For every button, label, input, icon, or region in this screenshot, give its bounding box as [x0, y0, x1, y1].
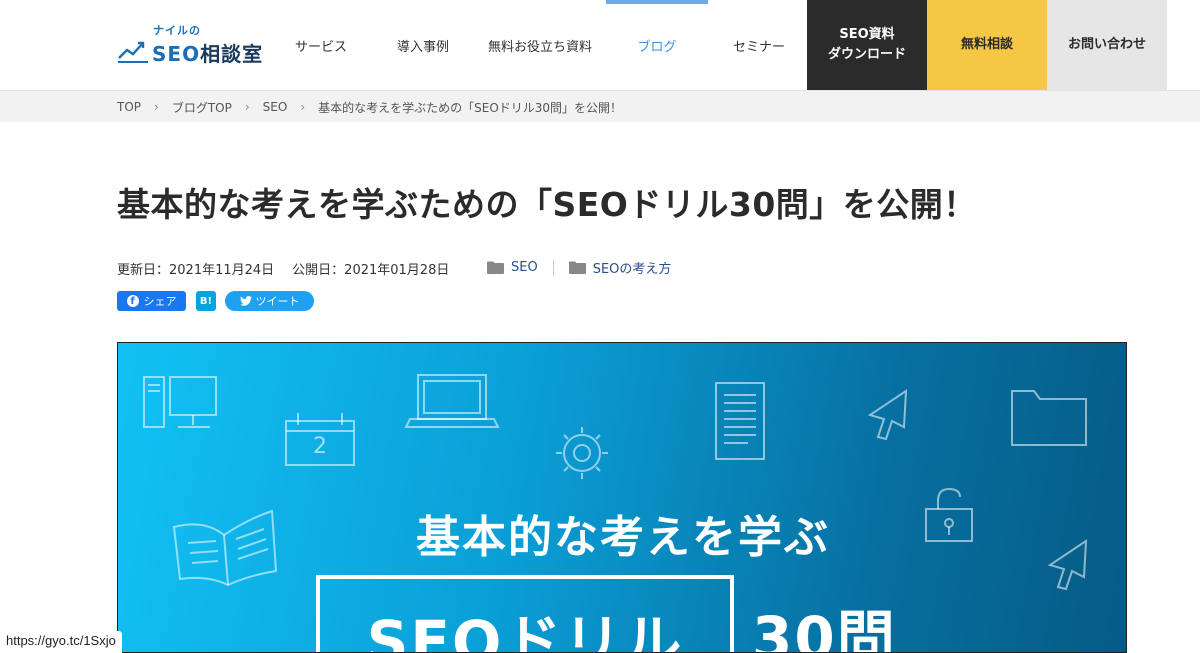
- breadcrumb-blog-top[interactable]: ブログTOP: [172, 99, 232, 116]
- twitter-share-button[interactable]: ツイート: [225, 291, 314, 311]
- breadcrumb-seo[interactable]: SEO: [263, 100, 288, 114]
- document-icon: [715, 382, 765, 460]
- category-divider: [552, 259, 554, 276]
- breadcrumb-bar: TOP › ブログTOP › SEO › 基本的な考えを学ぶための「SEOドリル…: [0, 90, 1200, 122]
- share-buttons: f シェア B! ツイート: [117, 291, 314, 311]
- hero-eyecatch-image: 2 基本的な考えを学ぶ SEOドリル 30問: [117, 342, 1127, 653]
- hatena-bookmark-button[interactable]: B!: [196, 291, 216, 311]
- site-logo[interactable]: ナイルの SEO相談室: [117, 20, 262, 70]
- status-bar-url: https://gyo.tc/1Sxjo: [0, 631, 122, 653]
- logo-brand-rest: 相談室: [200, 42, 264, 66]
- category-seo-thinking[interactable]: SEOの考え方: [568, 258, 672, 277]
- nav-item-free-resources[interactable]: 無料お役立ち資料: [474, 0, 606, 90]
- calendar-date-number: 2: [313, 434, 327, 459]
- nav-item-blog[interactable]: ブログ: [606, 0, 708, 90]
- breadcrumb-top[interactable]: TOP: [117, 100, 141, 114]
- hero-question-count: 30問: [752, 604, 897, 653]
- updated-date: 更新日：2021年11月24日: [117, 263, 275, 278]
- gear-icon: [556, 427, 608, 479]
- laptop-icon: [404, 374, 500, 428]
- category-seo-thinking-label: SEOの考え方: [592, 262, 672, 277]
- logo-tagline: ナイルの: [153, 24, 201, 37]
- chevron-right-icon: ›: [244, 100, 250, 114]
- nav-item-services[interactable]: サービス: [270, 0, 372, 90]
- breadcrumb-current: 基本的な考えを学ぶための「SEOドリル30問」を公開！: [318, 100, 623, 115]
- hero-box-text: SEOドリル: [366, 608, 684, 653]
- download-button-line1: SEO資料: [839, 27, 895, 42]
- cursor-arrow-icon: [867, 389, 908, 441]
- category-seo[interactable]: SEO: [487, 260, 538, 275]
- facebook-share-label: シェア: [143, 295, 177, 308]
- hero-title-box: SEOドリル: [316, 575, 734, 653]
- category-list: SEO SEOの考え方: [487, 258, 671, 277]
- facebook-icon: f: [126, 295, 139, 307]
- twitter-share-label: ツイート: [255, 295, 300, 308]
- facebook-share-button[interactable]: f シェア: [117, 291, 186, 311]
- logo-brand-seo: SEO: [152, 42, 201, 66]
- free-consultation-button[interactable]: 無料相談: [927, 0, 1047, 90]
- chevron-right-icon: ›: [154, 100, 159, 114]
- folder-icon: [568, 261, 586, 274]
- chevron-right-icon: ›: [300, 100, 306, 114]
- logo-brand: SEO相談室: [152, 38, 263, 67]
- download-materials-button[interactable]: SEO資料ダウンロード: [807, 0, 927, 90]
- download-button-line2: ダウンロード: [827, 47, 906, 62]
- folder-outline-icon: [1011, 390, 1087, 446]
- folder-icon: [487, 261, 504, 274]
- main-nav: サービス 導入事例 無料お役立ち資料 ブログ セミナー: [270, 0, 810, 90]
- article-title: 基本的な考えを学ぶための「SEOドリル30問」を公開！: [117, 185, 977, 224]
- nav-item-case-studies[interactable]: 導入事例: [372, 0, 474, 90]
- article-dates: 更新日：2021年11月24日 公開日：2021年01月28日: [117, 259, 449, 278]
- breadcrumb: TOP › ブログTOP › SEO › 基本的な考えを学ぶための「SEOドリル…: [117, 91, 622, 123]
- contact-button[interactable]: お問い合わせ: [1047, 0, 1167, 90]
- trend-chart-icon: [118, 41, 148, 63]
- site-header: ナイルの SEO相談室 サービス 導入事例 無料お役立ち資料 ブログ セミナー …: [0, 0, 1200, 90]
- category-seo-label: SEO: [511, 260, 538, 275]
- hero-headline: 基本的な考えを学ぶ: [416, 512, 830, 563]
- desktop-computer-icon: [143, 376, 217, 428]
- twitter-bird-icon: [239, 296, 252, 306]
- published-date: 公開日：2021年01月28日: [292, 263, 450, 278]
- nav-item-seminars[interactable]: セミナー: [708, 0, 810, 90]
